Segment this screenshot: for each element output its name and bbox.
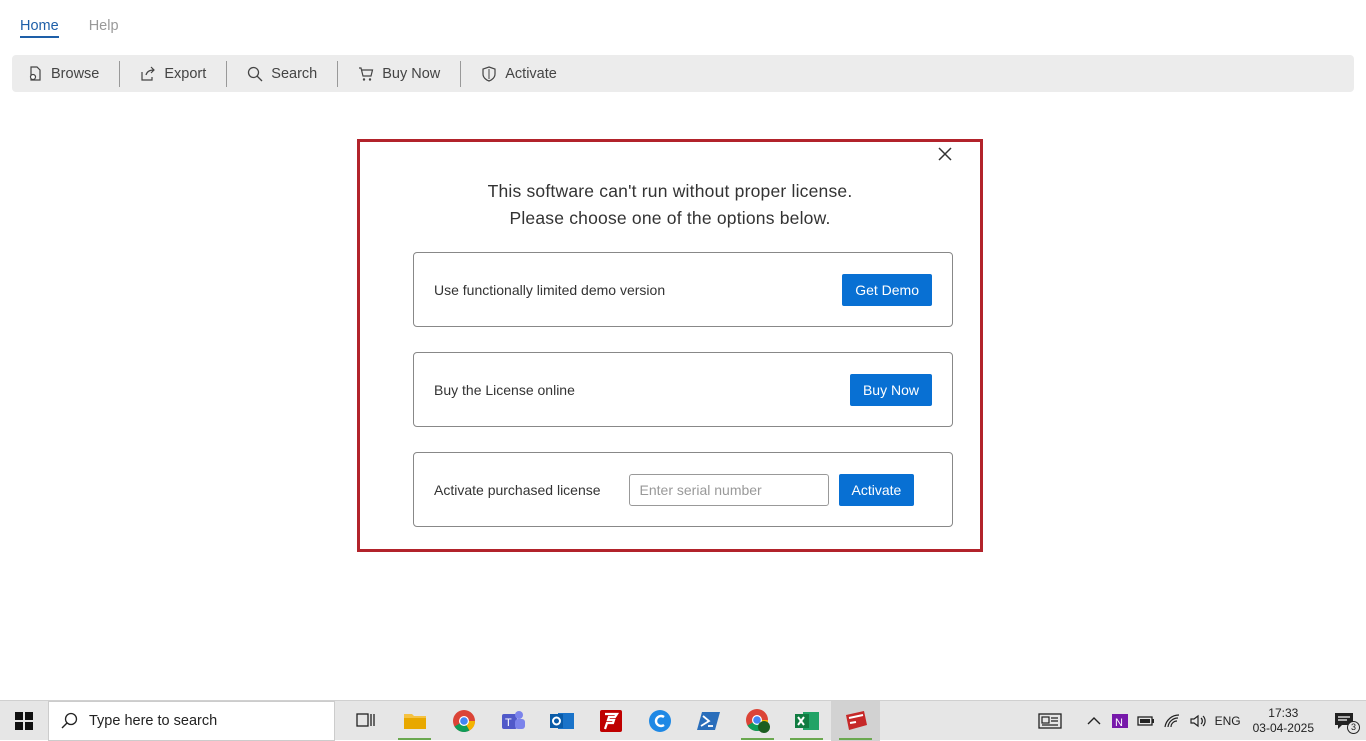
chrome-profile-app[interactable] [733,701,782,741]
search-button[interactable]: Search [247,61,337,87]
powershell-icon [696,711,720,730]
toolbar-divider [119,60,121,87]
buy-now-button[interactable]: Buy Now [849,373,932,406]
c-app-icon [648,709,671,732]
browse-icon [29,65,41,81]
show-hidden-icons[interactable] [1085,712,1103,730]
activate-option-label: Activate purchased license [434,481,601,498]
export-icon [141,66,156,81]
task-view-icon [355,712,375,727]
activate-toolbar-button[interactable]: Activate [481,61,577,87]
notification-count: 3 [1347,721,1360,734]
task-view-button[interactable] [341,701,390,741]
toolbar-divider [226,60,228,87]
svg-text:T: T [505,717,512,729]
search-icon [248,66,263,81]
clock-time: 17:33 [1268,706,1299,720]
chevron-up-icon [1087,717,1101,725]
language-indicator[interactable]: ENG [1215,714,1241,728]
volume-tray[interactable] [1189,712,1207,730]
svg-text:N: N [1115,717,1123,729]
cart-icon [359,66,374,81]
activate-button[interactable]: Activate [838,473,915,506]
chrome-icon [452,709,475,732]
folder-icon [403,713,426,729]
excel-icon [794,711,819,730]
demo-option: Use functionally limited demo version Ge… [413,252,953,327]
activate-label: Activate [505,65,557,82]
excel-app[interactable] [782,701,831,741]
battery-tray[interactable] [1136,712,1155,730]
news-icon [1037,713,1062,729]
taskbar-apps: T [341,700,880,741]
clock-date: 03-04-2025 [1252,721,1314,735]
chrome-app[interactable] [439,701,488,741]
tab-home[interactable]: Home [20,18,59,38]
filezilla-app[interactable] [586,701,635,741]
shield-icon [482,65,496,82]
outlook-icon [549,712,574,729]
buy-now-label: Buy Now [382,65,441,82]
buy-now-toolbar-button[interactable]: Buy Now [358,61,460,87]
taskbar: Type here to search T N ENG 17:33 03-04-… [0,700,1366,741]
buy-option-label: Buy the License online [434,381,575,398]
wifi-tray[interactable] [1163,712,1181,730]
teams-app[interactable]: T [488,701,537,741]
browse-button[interactable]: Browse [27,61,119,87]
windows-icon [15,711,33,730]
buy-option: Buy the License online Buy Now [413,352,953,427]
demo-option-label: Use functionally limited demo version [434,281,666,298]
toolbar: Browse Export Search Buy Now Activate [12,55,1354,92]
clock[interactable]: 17:33 03-04-2025 [1253,706,1314,736]
toolbar-divider [460,60,462,87]
taskbar-search[interactable]: Type here to search [48,700,335,741]
outlook-app[interactable] [537,701,586,741]
top-navigation: Home Help [20,18,119,38]
notification-center[interactable]: 3 [1332,712,1360,734]
toolbar-divider [337,60,339,87]
system-tray: N ENG 17:33 03-04-2025 3 [1037,701,1366,741]
taskbar-search-placeholder: Type here to search [89,712,218,729]
serial-number-input[interactable] [628,473,829,506]
speaker-icon [1189,714,1206,728]
battery-icon [1136,716,1154,726]
onenote-icon: N [1111,714,1128,729]
copilot-app[interactable] [635,701,684,741]
news-widget[interactable] [1037,712,1063,730]
start-button[interactable] [0,701,48,741]
close-icon[interactable] [936,145,954,163]
license-app-icon [845,710,867,730]
application-window: Home Help Browse Export Search Buy Now A… [0,0,1366,700]
tab-help[interactable]: Help [89,18,119,38]
file-explorer-app[interactable] [390,701,439,741]
onenote-tray[interactable]: N [1111,712,1129,730]
teams-icon: T [501,710,525,729]
search-icon [61,712,78,728]
browse-label: Browse [51,65,100,82]
license-message-line2: Please choose one of the options below. [509,208,831,228]
chrome-icon [745,708,770,733]
get-demo-button[interactable]: Get Demo [842,273,932,306]
powershell-app[interactable] [684,701,733,741]
export-label: Export [164,65,207,82]
search-label: Search [271,65,318,82]
export-button[interactable]: Export [140,61,226,87]
activate-option: Activate purchased license Activate [413,452,953,527]
filezilla-icon [599,709,622,732]
wifi-icon [1163,714,1179,728]
license-message: This software can't run without proper l… [360,178,980,232]
license-app[interactable] [831,700,880,741]
license-message-line1: This software can't run without proper l… [487,181,853,201]
license-dialog: This software can't run without proper l… [357,139,983,552]
